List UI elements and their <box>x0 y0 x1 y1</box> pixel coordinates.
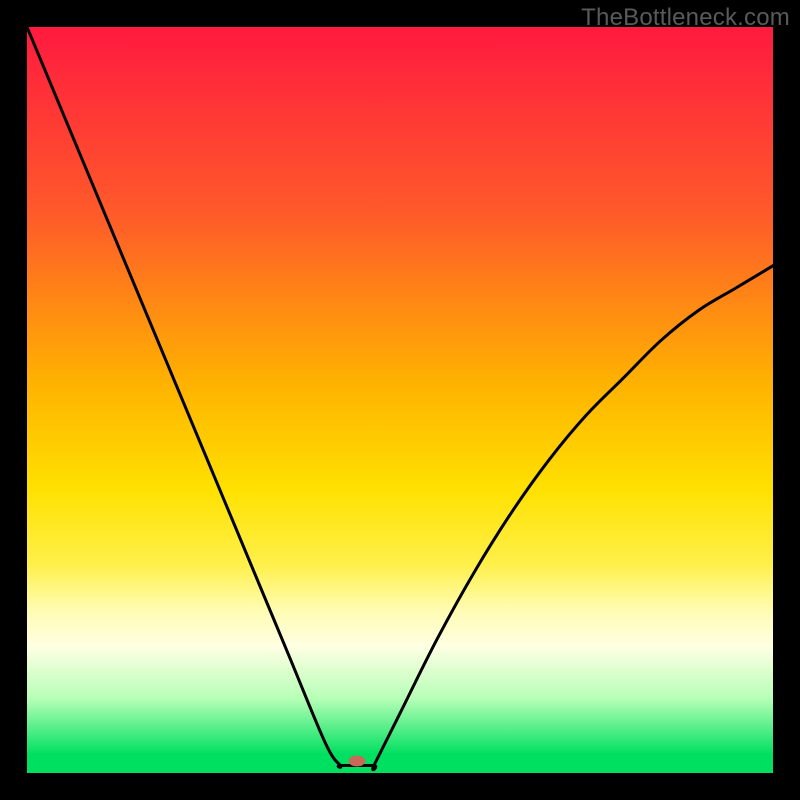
chart-frame: TheBottleneck.com <box>0 0 800 800</box>
chart-gradient-background <box>27 27 773 773</box>
